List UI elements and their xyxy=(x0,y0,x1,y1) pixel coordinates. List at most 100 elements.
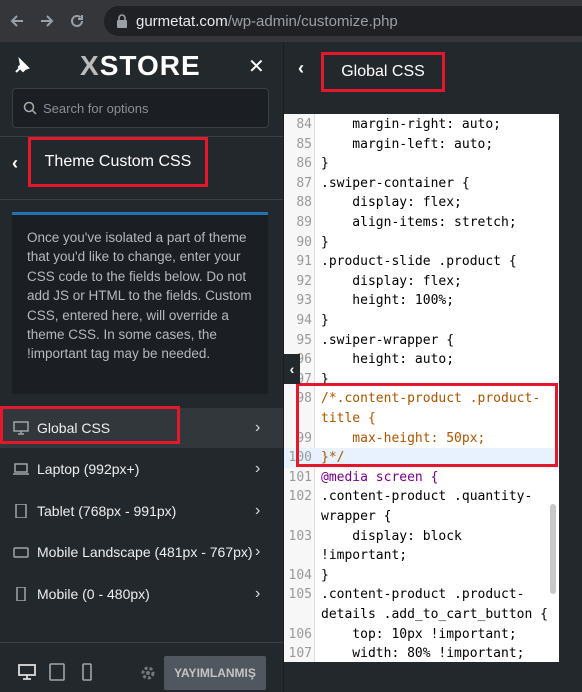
highlight-box xyxy=(0,406,180,444)
line-number: 105 xyxy=(288,587,312,603)
code-line[interactable]: 104} xyxy=(284,566,559,586)
code-text: display: flex; xyxy=(321,195,462,211)
line-number: 92 xyxy=(296,273,312,289)
line-number: 89 xyxy=(296,215,312,230)
code-line[interactable]: 89 align-items: stretch; xyxy=(284,213,559,233)
code-text: margin-right: auto; xyxy=(321,117,502,132)
chevron-right-icon: › xyxy=(255,460,261,477)
line-number: 93 xyxy=(296,293,312,309)
tablet-icon xyxy=(15,504,27,518)
code-line[interactable]: 96 height: auto; xyxy=(284,350,559,370)
code-text: .content-product .quantity- xyxy=(321,489,533,505)
code-text: } xyxy=(321,313,329,328)
xstore-logo: XSTORE xyxy=(80,50,201,81)
code-line[interactable]: 107 width: 80% !important; xyxy=(284,644,559,662)
chevron-right-icon: › xyxy=(255,419,261,436)
line-number: 101 xyxy=(288,469,312,485)
back-chevron-icon[interactable]: ‹ xyxy=(298,58,304,79)
menu-item-label: Tablet (768px - 991px) xyxy=(37,503,177,519)
code-line[interactable]: details .add_to_cart_button { xyxy=(284,605,559,625)
code-line[interactable]: !important; xyxy=(284,546,559,566)
line-number: 85 xyxy=(296,136,312,152)
editor-scrollbar[interactable] xyxy=(550,504,556,594)
menu-item-label: Laptop (992px+) xyxy=(37,461,140,477)
menu-item-tablet[interactable]: Tablet (768px - 991px) › xyxy=(0,491,283,531)
code-text: } xyxy=(321,156,329,172)
menu-item-mobile-landscape[interactable]: Mobile Landscape (481px - 767px) › xyxy=(0,532,283,572)
code-line[interactable]: wrapper { xyxy=(284,507,559,527)
tablet-preview-icon[interactable] xyxy=(48,663,66,681)
line-number: 87 xyxy=(296,175,312,191)
search-box[interactable] xyxy=(12,88,269,128)
description-box: Once you've isolated a part of theme tha… xyxy=(12,212,268,394)
code-text: height: 100%; xyxy=(321,293,455,309)
pin-icon[interactable] xyxy=(12,56,32,76)
search-icon xyxy=(23,101,37,115)
url-host: gurmetat.com xyxy=(136,12,228,30)
forward-arrow-icon[interactable] xyxy=(32,6,62,36)
code-text: .swiper-container { xyxy=(321,175,470,191)
address-bar[interactable]: gurmetat.com/wp-admin/customize.php xyxy=(104,6,582,36)
browser-toolbar: gurmetat.com/wp-admin/customize.php xyxy=(0,0,582,42)
code-line[interactable]: 95 .swiper-wrapper { xyxy=(284,331,559,351)
line-number: 102 xyxy=(288,489,312,505)
code-text: align-items: stretch; xyxy=(321,215,517,230)
line-number: 95 xyxy=(296,332,312,348)
code-line[interactable]: 94} xyxy=(284,311,559,331)
mobile-icon xyxy=(16,587,26,601)
divider xyxy=(0,199,283,200)
customizer-sidebar: XSTORE ✕ ‹ Theme Custom CSS Once you've … xyxy=(0,42,283,692)
code-line[interactable]: 86} xyxy=(284,154,559,174)
code-line[interactable]: 102 .content-product .quantity- xyxy=(284,487,559,507)
lock-icon xyxy=(117,14,127,28)
code-line[interactable]: 105 .content-product .product- xyxy=(284,585,559,605)
code-line[interactable]: 84 margin-right: auto; xyxy=(284,115,559,135)
css-editor-panel: ‹ Global CSS 84 margin-right: auto; 85 ma… xyxy=(283,42,582,692)
reload-icon[interactable] xyxy=(62,6,92,36)
code-line[interactable]: 85 margin-left: auto; xyxy=(284,135,559,155)
code-line[interactable]: 92 display: flex; xyxy=(284,272,559,292)
menu-item-mobile[interactable]: Mobile (0 - 480px) › xyxy=(0,574,283,614)
line-number: 91 xyxy=(296,254,312,270)
back-arrow-icon[interactable] xyxy=(2,6,32,36)
menu-item-label: Mobile Landscape (481px - 767px) xyxy=(37,544,253,560)
code-line[interactable]: 90} xyxy=(284,233,559,253)
code-line[interactable]: 101 @media screen { xyxy=(284,468,559,488)
code-text: wrapper { xyxy=(321,509,392,524)
code-text: display: flex; xyxy=(321,273,462,289)
desktop-preview-icon[interactable] xyxy=(18,663,36,681)
code-line[interactable]: 106 top: 10px !important; xyxy=(284,625,559,645)
code-text: } xyxy=(321,567,329,583)
line-number: 90 xyxy=(296,234,312,250)
code-text: top: 10px !important; xyxy=(321,626,517,642)
menu-item-laptop[interactable]: Laptop (992px+) › xyxy=(0,449,283,489)
code-text: @media screen { xyxy=(321,469,439,485)
search-input[interactable] xyxy=(43,100,263,116)
code-line[interactable]: 103 display: block xyxy=(284,527,559,547)
footer-actions: YAYIMLANMIŞ xyxy=(0,642,283,692)
line-number: 106 xyxy=(288,626,312,642)
code-line[interactable]: 88 display: flex; xyxy=(284,193,559,213)
menu-item-label: Mobile (0 - 480px) xyxy=(37,586,150,602)
collapse-chevron-icon[interactable]: ‹ xyxy=(284,354,300,384)
highlight-box xyxy=(321,52,445,92)
publish-button[interactable]: YAYIMLANMIŞ xyxy=(164,656,266,690)
chevron-right-icon: › xyxy=(255,502,261,519)
code-line[interactable]: 91 .product-slide .product { xyxy=(284,252,559,272)
code-text: .product-slide .product { xyxy=(321,254,517,270)
gear-icon[interactable] xyxy=(140,665,156,681)
code-text: width: 80% !important; xyxy=(321,646,525,662)
code-line[interactable]: 87 .swiper-container { xyxy=(284,174,559,194)
section-title: Theme Custom CSS xyxy=(44,153,192,170)
laptop-icon xyxy=(13,463,29,475)
code-line[interactable]: 93 height: 100%; xyxy=(284,291,559,311)
mobile-preview-icon[interactable] xyxy=(78,663,96,681)
close-icon[interactable]: ✕ xyxy=(248,54,265,79)
code-text: margin-left: auto; xyxy=(321,136,494,152)
code-text: } xyxy=(321,234,329,250)
back-chevron-icon[interactable]: ‹ xyxy=(12,153,18,174)
code-text: display: block xyxy=(321,528,462,544)
line-number: 84 xyxy=(296,117,312,132)
mobile-landscape-icon xyxy=(13,547,29,558)
sidebar-header: XSTORE ✕ xyxy=(0,42,283,90)
